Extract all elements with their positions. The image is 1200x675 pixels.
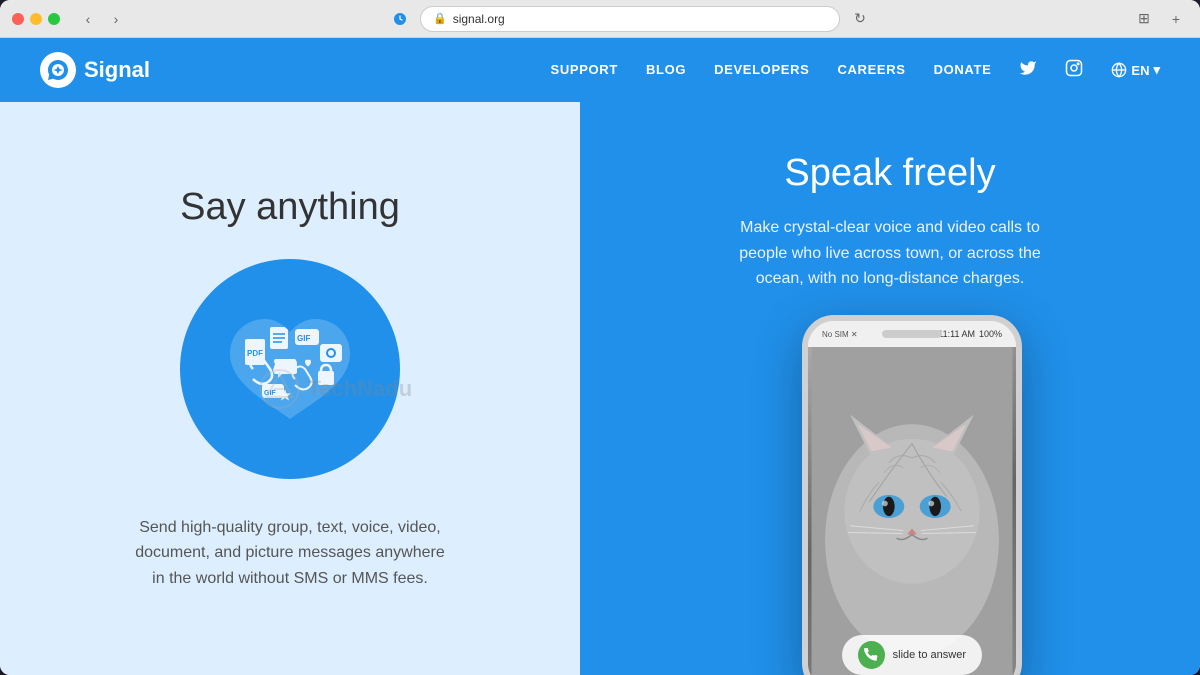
- brand-name: Signal: [84, 57, 150, 83]
- iphone-screen: Chairman Meow Signal Audio...: [808, 347, 1016, 675]
- address-bar[interactable]: 🔒 signal.org: [420, 6, 840, 32]
- globe-icon: [1111, 62, 1127, 78]
- battery-label: 100%: [979, 329, 1002, 339]
- navbar: Signal SUPPORT BLOG DEVELOPERS CAREERS D…: [0, 38, 1200, 102]
- panel-left-title: Say anything: [180, 186, 400, 229]
- panel-speak-freely: Speak freely Make crystal-clear voice an…: [580, 102, 1200, 675]
- titlebar-center: 🔒 signal.org ↻: [136, 6, 1124, 32]
- iphone-status-bar: No SIM ✕ 11:11 AM 100%: [808, 321, 1016, 347]
- main-content: Say anything: [0, 102, 1200, 675]
- language-label: EN: [1131, 63, 1149, 78]
- close-button[interactable]: [12, 13, 24, 25]
- time-label: 11:11 AM: [938, 329, 975, 339]
- panel-right-body: Make crystal-clear voice and video calls…: [720, 215, 1060, 292]
- technadu-watermark: TechNadu: [259, 369, 412, 409]
- add-tab-icon[interactable]: +: [1164, 7, 1188, 31]
- technadu-brand: TechNadu: [307, 376, 412, 402]
- nav-donate[interactable]: DONATE: [934, 62, 992, 77]
- browser-window: ‹ › 🔒 signal.org ↻ ⊞ +: [0, 0, 1200, 675]
- answer-button-icon: [858, 641, 885, 669]
- iphone-mockup: No SIM ✕ 11:11 AM 100%: [802, 315, 1022, 675]
- iphone-frame: No SIM ✕ 11:11 AM 100%: [802, 315, 1022, 675]
- forward-button[interactable]: ›: [104, 7, 128, 31]
- phone-icon: [864, 648, 878, 662]
- slide-answer-label: slide to answer: [893, 649, 966, 661]
- tab-icon: [388, 7, 412, 31]
- instagram-icon[interactable]: [1065, 61, 1083, 81]
- carrier-label: No SIM ✕: [822, 330, 858, 339]
- refresh-button[interactable]: ↻: [848, 7, 872, 31]
- nav-support[interactable]: SUPPORT: [551, 62, 618, 77]
- maximize-button[interactable]: [48, 13, 60, 25]
- website-content: Signal SUPPORT BLOG DEVELOPERS CAREERS D…: [0, 38, 1200, 675]
- panel-right-title: Speak freely: [784, 152, 995, 195]
- traffic-lights: [12, 13, 60, 25]
- titlebar-right-actions: ⊞ +: [1132, 7, 1188, 31]
- nav-links: SUPPORT BLOG DEVELOPERS CAREERS DONATE: [551, 59, 1160, 82]
- titlebar: ‹ › 🔒 signal.org ↻ ⊞ +: [0, 0, 1200, 38]
- signal-logo-icon: [40, 52, 76, 88]
- address-url: signal.org: [453, 12, 505, 26]
- technadu-logo-icon: [259, 369, 299, 409]
- nav-developers[interactable]: DEVELOPERS: [714, 62, 809, 77]
- nav-careers[interactable]: CAREERS: [837, 62, 905, 77]
- brand-logo[interactable]: Signal: [40, 52, 150, 88]
- nav-blog[interactable]: BLOG: [646, 62, 686, 77]
- iphone-speaker: [882, 330, 942, 338]
- chevron-down-icon: ▾: [1153, 62, 1160, 78]
- cat-background: [808, 347, 1016, 675]
- back-button[interactable]: ‹: [76, 7, 100, 31]
- minimize-button[interactable]: [30, 13, 42, 25]
- language-selector[interactable]: EN ▾: [1111, 62, 1160, 78]
- svg-text:GIF: GIF: [297, 334, 310, 343]
- slide-to-answer[interactable]: slide to answer: [842, 635, 982, 675]
- lock-icon: 🔒: [433, 12, 447, 25]
- panel-left-body: Send high-quality group, text, voice, vi…: [130, 515, 450, 592]
- cat-illustration: [808, 347, 1016, 675]
- nav-buttons: ‹ ›: [76, 7, 128, 31]
- fullscreen-icon[interactable]: ⊞: [1132, 7, 1156, 31]
- panel-say-anything: Say anything: [0, 102, 580, 675]
- twitter-icon[interactable]: [1019, 61, 1037, 81]
